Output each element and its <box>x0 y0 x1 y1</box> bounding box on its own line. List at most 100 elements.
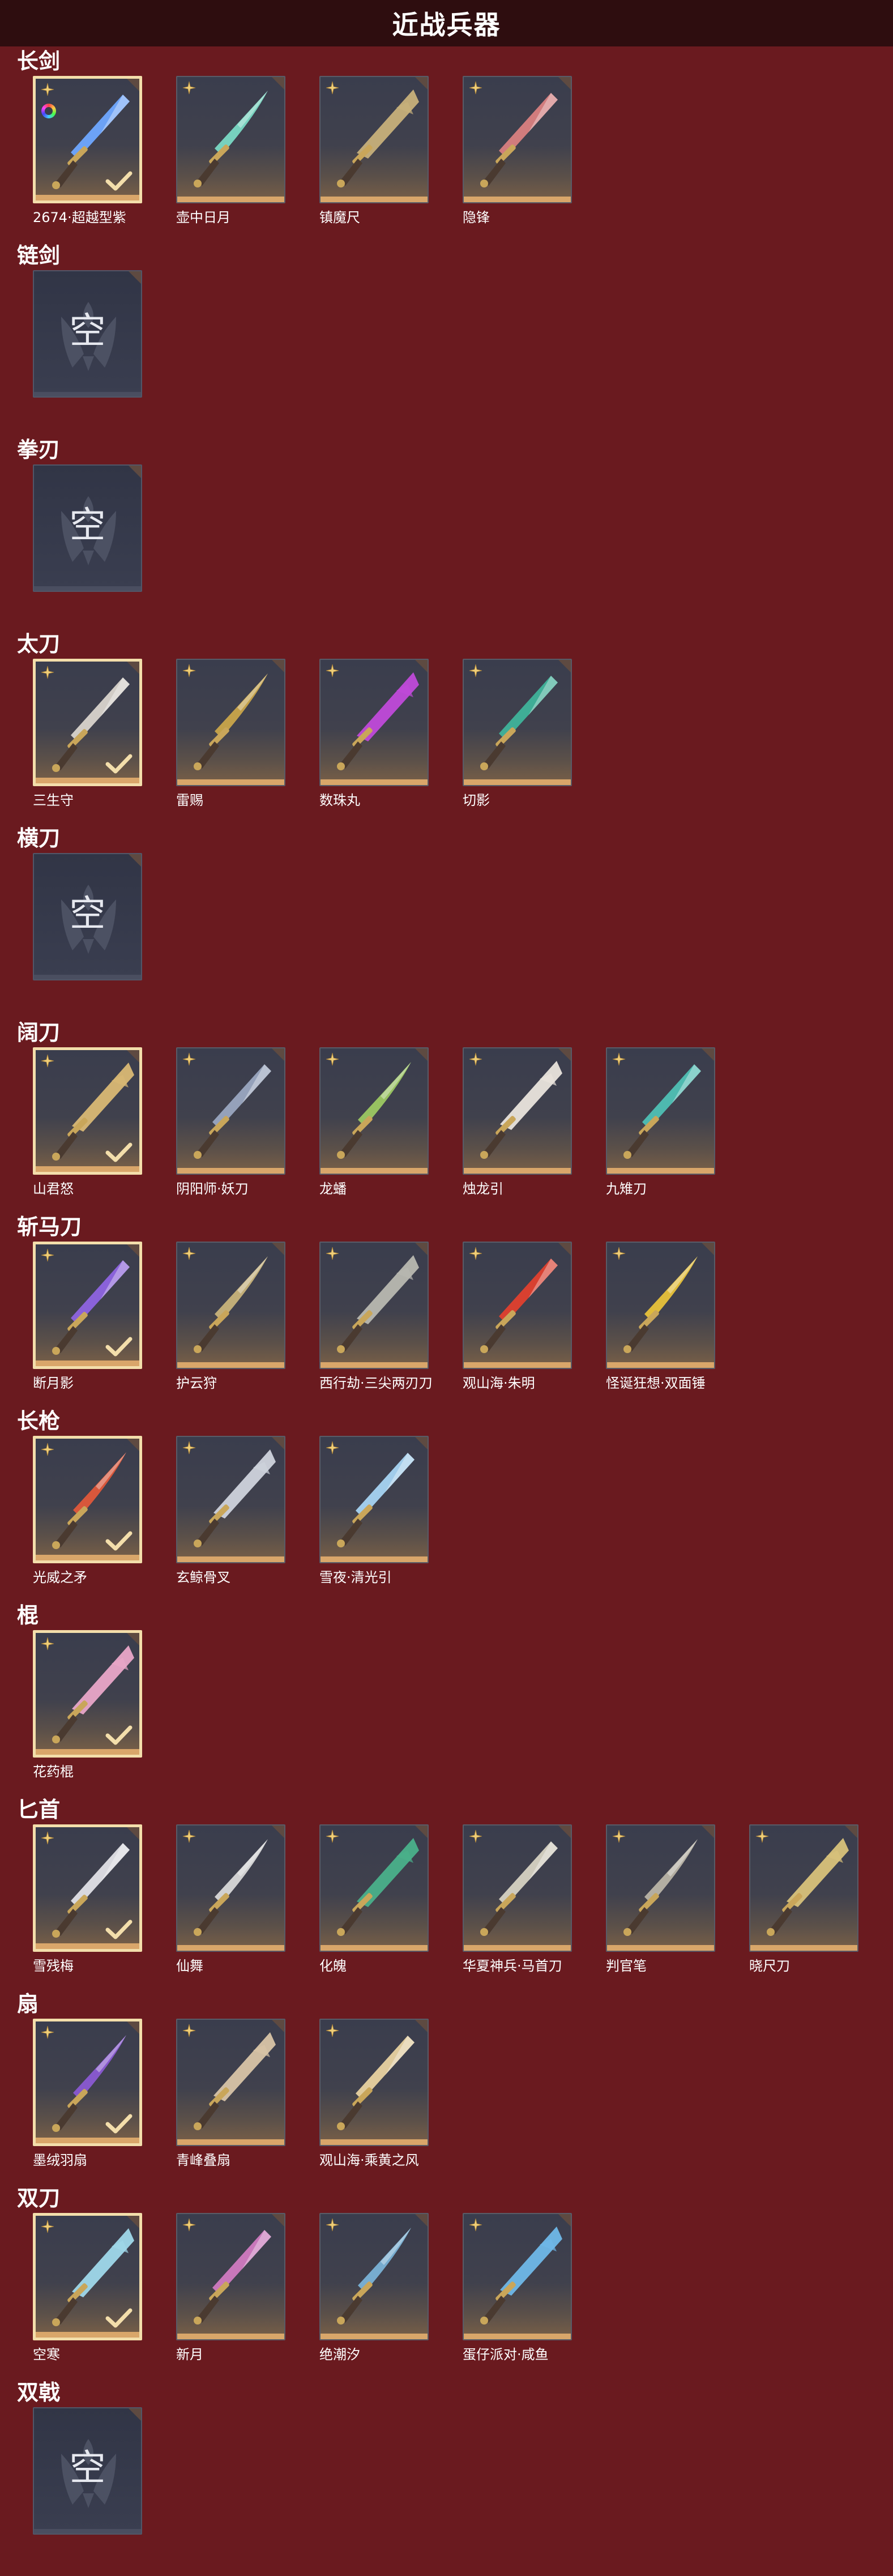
weapon-tile <box>606 1824 715 1952</box>
weapon-card[interactable]: 镇魔尺 <box>319 76 429 225</box>
weapon-section: 扇墨绒羽扇 青峰叠扇 观山海·乘黄之风 <box>0 1989 893 2183</box>
weapon-section: 双刀 空寒 新月 绝潮汐 蛋仔派对·咸鱼 <box>0 2183 893 2378</box>
rarity-star-icon <box>325 1829 340 1844</box>
weapon-name: 仙舞 <box>176 1958 203 1974</box>
weapon-name: 三生守 <box>33 792 74 808</box>
weapon-section: 阔刀 山君怒 阴阳师·妖刀 龙蟠 烛龙引 九雉刀 <box>0 1018 893 1212</box>
long-sword-jade-icon <box>185 85 279 190</box>
weapon-card[interactable]: 数珠丸 <box>319 659 429 808</box>
empty-weapon-slot[interactable]: 空 <box>33 270 142 398</box>
weapon-name: 切影 <box>463 792 490 808</box>
weapon-card[interactable]: 雪夜·清光引 <box>319 1436 429 1585</box>
section-title: 匕首 <box>17 1797 61 1822</box>
empty-slot-label: 空 <box>69 310 106 352</box>
weapon-tile <box>176 1242 285 1369</box>
weapon-tile <box>463 1047 572 1175</box>
rarity-star-icon <box>40 2025 55 2040</box>
weapon-card[interactable]: 光威之矛 <box>33 1436 142 1585</box>
section-title: 斩马刀 <box>17 1214 82 1239</box>
section-title: 双戟 <box>17 2380 61 2405</box>
rarity-star-icon <box>182 2217 196 2232</box>
weapon-card[interactable]: 化魄 <box>319 1824 429 1974</box>
empty-slot-label: 空 <box>69 893 106 935</box>
trident-silver-icon <box>185 1445 279 1550</box>
rarity-star-icon <box>612 1246 626 1261</box>
weapon-card[interactable]: 判官笔 <box>606 1824 715 1974</box>
rarity-star-icon <box>325 2217 340 2232</box>
weapon-card[interactable]: 青峰叠扇 <box>176 2019 285 2168</box>
title-bar: 近战兵器 <box>0 0 893 46</box>
weapon-card[interactable]: 晓尺刀 <box>749 1824 858 1974</box>
rarity-star-icon <box>182 1829 196 1844</box>
weapon-name: 壶中日月 <box>176 210 230 225</box>
judge-brush-icon <box>615 1833 708 1938</box>
corner-tab <box>129 2408 141 2421</box>
weapon-card[interactable]: 阴阳师·妖刀 <box>176 1047 285 1197</box>
weapon-tile <box>176 659 285 786</box>
dual-blade-tide-icon <box>328 2222 422 2327</box>
weapon-card[interactable]: 西行劫·三尖两刃刀 <box>319 1242 433 1391</box>
zhanmadao-steel-icon <box>328 1251 422 1355</box>
rarity-star-icon <box>40 1831 55 1845</box>
weapon-card[interactable]: 切影 <box>463 659 572 808</box>
weapon-card[interactable]: 观山海·乘黄之风 <box>319 2019 429 2168</box>
katana-purple-icon <box>328 668 422 773</box>
weapon-card[interactable]: 隐锋 <box>463 76 572 225</box>
weapon-name: 西行劫·三尖两刃刀 <box>319 1375 433 1391</box>
weapon-section: 太刀 三生守 雷赐 数珠丸 切影 <box>0 629 893 824</box>
weapon-tile <box>319 1824 429 1952</box>
empty-slot-label: 空 <box>69 505 106 547</box>
weapon-tile <box>319 1242 429 1369</box>
weapon-name: 观山海·乘黄之风 <box>319 2152 419 2168</box>
empty-weapon-slot[interactable]: 空 <box>33 464 142 592</box>
weapon-tile <box>176 2019 285 2146</box>
weapon-card[interactable]: 山君怒 <box>33 1047 142 1197</box>
weapon-card[interactable]: 花药棍 <box>33 1630 142 1780</box>
section-title: 阔刀 <box>17 1020 61 1045</box>
weapon-card[interactable]: 玄鲸骨叉 <box>176 1436 285 1585</box>
empty-weapon-slot[interactable]: 空 <box>33 853 142 980</box>
weapon-card[interactable]: 壶中日月 <box>176 76 285 225</box>
empty-weapon-slot[interactable]: 空 <box>33 2407 142 2535</box>
weapon-card[interactable]: 蛋仔派对·咸鱼 <box>463 2213 572 2362</box>
rarity-star-icon <box>468 1246 483 1261</box>
weapon-card[interactable]: 怪诞狂想·双面锤 <box>606 1242 715 1391</box>
weapon-card[interactable]: 华夏神兵·马首刀 <box>463 1824 572 1974</box>
dagger-gold-icon <box>758 1833 852 1938</box>
weapon-name: 新月 <box>176 2347 203 2362</box>
weapon-section: 棍花药棍 <box>0 1601 893 1795</box>
rarity-star-icon <box>325 1440 340 1455</box>
weapon-card[interactable]: 断月影 <box>33 1242 142 1391</box>
rarity-star-icon <box>755 1829 770 1844</box>
rarity-star-icon <box>40 1054 55 1068</box>
empty-slot-label: 空 <box>69 2447 106 2489</box>
weapon-tile <box>33 1242 142 1369</box>
weapon-card[interactable]: 2674·超越型紫 <box>33 76 142 225</box>
rarity-star-icon <box>182 80 196 95</box>
slot-tile: 空 <box>33 270 142 398</box>
weapon-card[interactable]: 龙蟠 <box>319 1047 429 1197</box>
broadblade-green-icon <box>328 1056 422 1161</box>
weapon-card[interactable]: 新月 <box>176 2213 285 2362</box>
weapon-card[interactable]: 九雉刀 <box>606 1047 715 1197</box>
weapon-card[interactable]: 三生守 <box>33 659 142 808</box>
weapon-name: 雷赐 <box>176 792 203 808</box>
weapon-card[interactable]: 雷赐 <box>176 659 285 808</box>
rarity-star-icon <box>325 663 340 678</box>
rarity-star-icon <box>40 665 55 680</box>
weapon-tile <box>463 659 572 786</box>
weapon-tile <box>176 1047 285 1175</box>
weapon-card[interactable]: 空寒 <box>33 2213 142 2362</box>
weapon-card[interactable]: 观山海·朱明 <box>463 1242 572 1391</box>
fan-folding-icon <box>185 2028 279 2133</box>
rarity-star-icon <box>40 82 55 97</box>
rarity-star-icon <box>612 1829 626 1844</box>
weapon-name: 雪夜·清光引 <box>319 1570 392 1585</box>
weapon-card[interactable]: 仙舞 <box>176 1824 285 1974</box>
weapon-tile <box>176 2213 285 2340</box>
weapon-card[interactable]: 绝潮汐 <box>319 2213 429 2362</box>
weapon-card[interactable]: 烛龙引 <box>463 1047 572 1197</box>
weapon-card[interactable]: 墨绒羽扇 <box>33 2019 142 2168</box>
weapon-card[interactable]: 雪残梅 <box>33 1824 142 1974</box>
weapon-card[interactable]: 护云狩 <box>176 1242 285 1391</box>
